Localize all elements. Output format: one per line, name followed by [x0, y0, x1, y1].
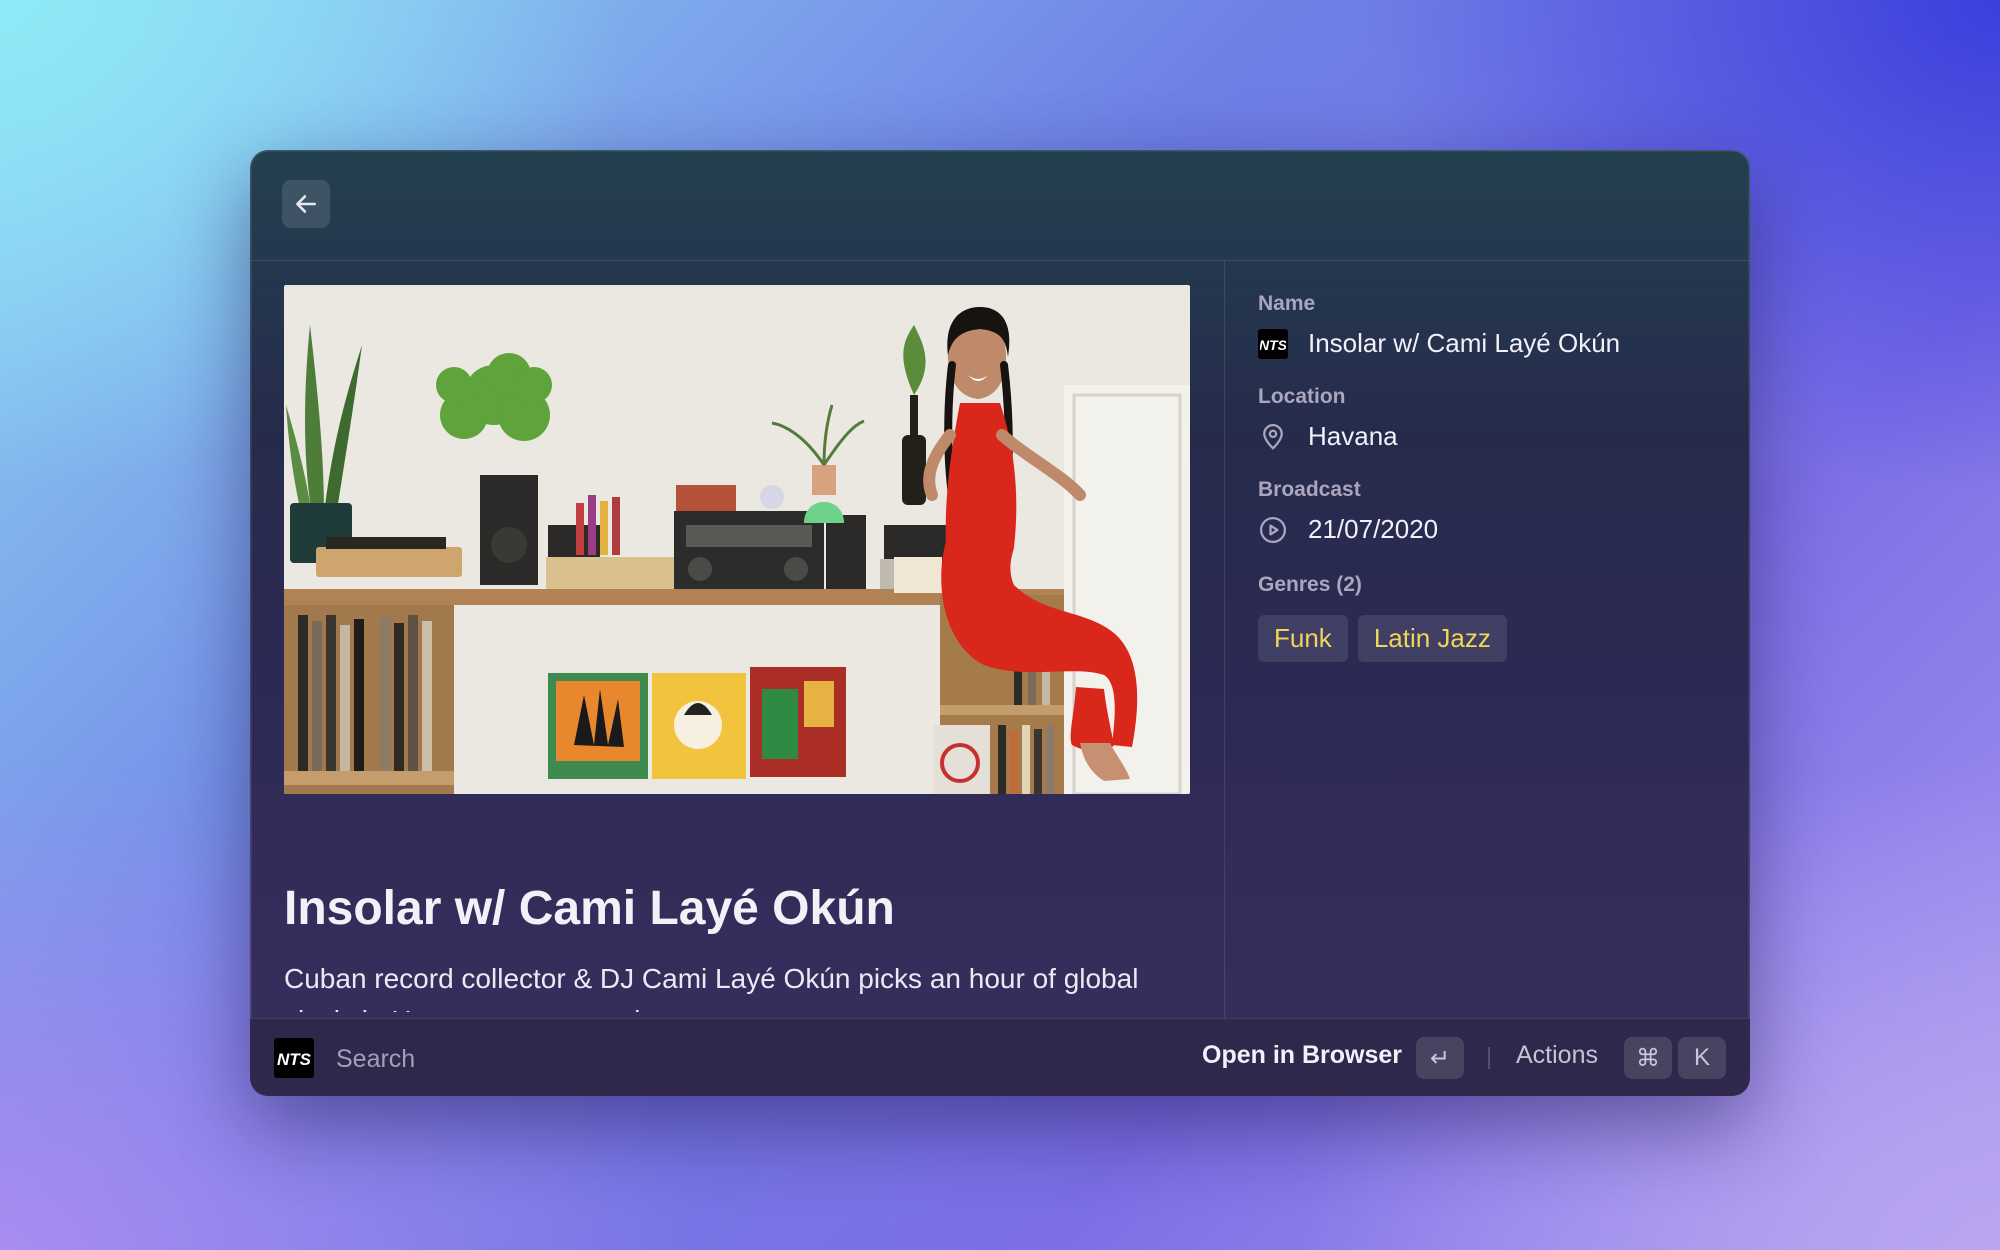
- meta-broadcast-value: 21/07/2020: [1308, 514, 1439, 544]
- meta-name-section: Name NTS Insolar w/ Cami Layé Okún: [1258, 292, 1718, 359]
- detail-content: Insolar w/ Cami Layé Okún Cuban record c…: [250, 261, 1224, 1096]
- back-button[interactable]: [282, 180, 330, 228]
- detail-description: Cuban record collector & DJ Cami Layé Ok…: [284, 963, 1139, 1012]
- play-circle-icon: [1260, 516, 1286, 543]
- genre-tag: Latin Jazz: [1357, 615, 1507, 662]
- meta-name-value: Insolar w/ Cami Layé Okún: [1308, 328, 1621, 358]
- map-pin-icon: [1263, 423, 1283, 450]
- extension-window: Insolar w/ Cami Layé Okún Cuban record c…: [250, 150, 1750, 1096]
- nts-logo-icon: NTS: [274, 1038, 314, 1078]
- svg-text:NTS: NTS: [1260, 337, 1286, 353]
- svg-text:NTS: NTS: [277, 1050, 311, 1069]
- open-in-browser-button[interactable]: Open in Browser: [1202, 1041, 1402, 1070]
- meta-location-label: Location: [1258, 385, 1346, 408]
- actions-button[interactable]: Actions: [1516, 1041, 1598, 1070]
- cmd-key-hint: ⌘: [1624, 1037, 1672, 1079]
- top-bar: [250, 150, 1750, 261]
- meta-genres-section: Genres (2) Funk Latin Jazz: [1258, 573, 1718, 662]
- panel-divider: [1224, 261, 1225, 1018]
- meta-location-section: Location Havana: [1258, 385, 1718, 452]
- metadata-panel: Name NTS Insolar w/ Cami Layé Okún Locat…: [1258, 292, 1718, 662]
- genre-tag: Funk: [1258, 615, 1348, 662]
- meta-location-value: Havana: [1308, 421, 1398, 451]
- meta-genres-label: Genres (2): [1258, 573, 1362, 596]
- k-key-hint: K: [1678, 1037, 1726, 1079]
- description-container: Cuban record collector & DJ Cami Layé Ok…: [284, 958, 1184, 1012]
- arrow-left-icon: [296, 195, 316, 213]
- enter-key-hint: ↵: [1416, 1037, 1464, 1079]
- action-separator: [1488, 1047, 1490, 1069]
- search-input[interactable]: [334, 1041, 738, 1077]
- nts-logo-icon: NTS: [1258, 328, 1288, 359]
- detail-title: Insolar w/ Cami Layé Okún: [284, 882, 895, 935]
- meta-broadcast-section: Broadcast 21/07/2020: [1258, 478, 1718, 545]
- meta-name-label: Name: [1258, 292, 1316, 315]
- meta-broadcast-label: Broadcast: [1258, 478, 1361, 501]
- bottom-action-bar: NTS Open in Browser ↵ Actions ⌘ K: [250, 1018, 1750, 1096]
- hero-image: [284, 285, 1190, 794]
